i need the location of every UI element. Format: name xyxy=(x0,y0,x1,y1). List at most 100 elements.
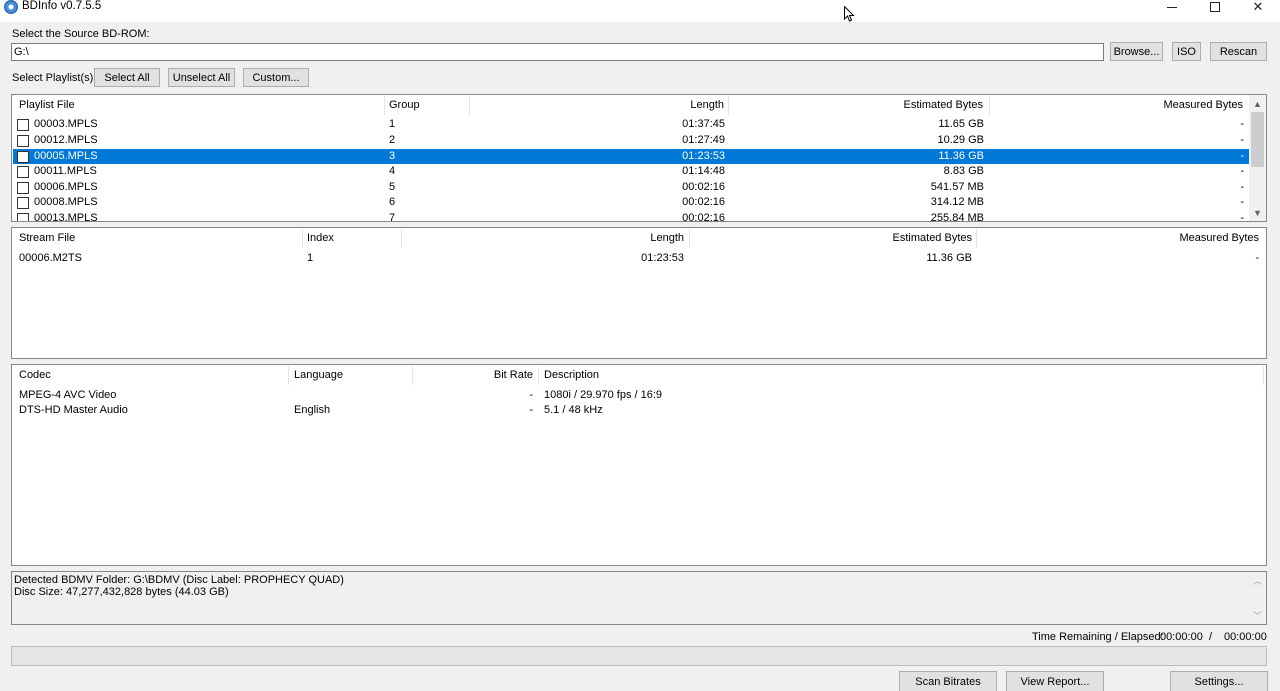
col-language[interactable]: Language xyxy=(294,369,343,381)
codec-description: 1080i / 29.970 fps / 16:9 xyxy=(544,389,663,401)
col-measured-bytes[interactable]: Measured Bytes xyxy=(990,99,1243,111)
select-all-button[interactable]: Select All xyxy=(94,68,160,87)
scroll-up-icon[interactable]: ︿ xyxy=(1249,572,1266,589)
playlist-row[interactable]: 00011.MPLS 4 01:14:48 8.83 GB - xyxy=(13,164,1249,179)
playlist-group: 7 xyxy=(389,212,396,222)
source-path-input[interactable]: G:\ xyxy=(11,43,1104,61)
scroll-up-icon[interactable]: ▲ xyxy=(1249,95,1266,112)
close-button[interactable]: ✕ xyxy=(1237,0,1279,14)
playlist-measured-bytes: - xyxy=(1240,165,1244,177)
playlist-row[interactable]: 00013.MPLS 7 00:02:16 255.84 MB - xyxy=(13,211,1249,222)
view-report-button[interactable]: View Report... xyxy=(1006,671,1104,691)
playlist-file: 00006.MPLS xyxy=(34,181,98,193)
playlist-row[interactable]: 00003.MPLS 1 01:37:45 11.65 GB - xyxy=(13,117,1249,132)
maximize-icon xyxy=(1210,2,1220,12)
stream-index: 1 xyxy=(307,252,314,264)
playlist-checkbox[interactable] xyxy=(17,166,29,178)
scroll-down-icon[interactable]: ﹀ xyxy=(1249,607,1266,624)
playlist-checkbox[interactable] xyxy=(17,182,29,194)
playlist-row[interactable]: 00006.MPLS 5 00:02:16 541.57 MB - xyxy=(13,180,1249,195)
playlist-row[interactable]: 00008.MPLS 6 00:02:16 314.12 MB - xyxy=(13,195,1249,210)
col-separator xyxy=(384,96,385,115)
col-codec[interactable]: Codec xyxy=(19,369,51,381)
playlist-estimated-bytes: 11.65 GB xyxy=(938,118,984,130)
minimize-icon xyxy=(1167,6,1177,8)
stream-measured-bytes: - xyxy=(1255,252,1259,264)
playlist-checkbox[interactable] xyxy=(17,151,29,163)
playlist-measured-bytes: - xyxy=(1240,212,1244,222)
playlist-checkbox[interactable] xyxy=(17,135,29,147)
playlist-length: 00:02:16 xyxy=(682,212,725,222)
stream-estimated-bytes: 11.36 GB xyxy=(926,252,972,264)
codec-row[interactable]: DTS-HD Master Audio English - 5.1 / 48 k… xyxy=(13,403,1265,418)
playlist-group: 1 xyxy=(389,118,396,130)
maximize-button[interactable] xyxy=(1194,0,1236,14)
playlist-estimated-bytes: 11.36 GB xyxy=(938,150,984,162)
codec-name: MPEG-4 AVC Video xyxy=(19,389,117,401)
playlist-estimated-bytes: 8.83 GB xyxy=(943,165,984,177)
col-stream-file[interactable]: Stream File xyxy=(19,232,75,244)
time-remaining-label: Time Remaining / Elapsed: xyxy=(1032,631,1164,643)
playlist-group: 3 xyxy=(389,150,396,162)
select-playlists-label: Select Playlist(s): xyxy=(12,72,97,84)
col-estimated-bytes[interactable]: Estimated Bytes xyxy=(690,232,972,244)
playlist-checkbox[interactable] xyxy=(17,197,29,209)
playlist-estimated-bytes: 10.29 GB xyxy=(937,134,984,146)
source-label: Select the Source BD-ROM: xyxy=(12,28,150,40)
time-divider: / xyxy=(1209,631,1213,643)
col-separator xyxy=(302,229,303,248)
playlist-list[interactable]: Playlist File Group Length Estimated Byt… xyxy=(11,94,1267,222)
stream-list[interactable]: Stream File Index Length Estimated Bytes… xyxy=(11,227,1267,359)
browse-button[interactable]: Browse... xyxy=(1110,42,1163,61)
col-measured-bytes[interactable]: Measured Bytes xyxy=(977,232,1259,244)
col-length[interactable]: Length xyxy=(470,99,724,111)
playlist-scrollbar[interactable]: ▲ ▼ xyxy=(1249,95,1266,221)
col-bit-rate[interactable]: Bit Rate xyxy=(413,369,533,381)
codec-language: English xyxy=(294,404,331,416)
scan-bitrates-button[interactable]: Scan Bitrates xyxy=(899,671,997,691)
stream-row[interactable]: 00006.M2TS 1 01:23:53 11.36 GB - xyxy=(13,251,1265,266)
playlist-measured-bytes: - xyxy=(1240,181,1244,193)
playlist-row[interactable]: 00012.MPLS 2 01:27:49 10.29 GB - xyxy=(13,133,1249,148)
playlist-checkbox[interactable] xyxy=(17,213,29,221)
settings-button[interactable]: Settings... xyxy=(1170,671,1268,691)
col-index[interactable]: Index xyxy=(307,232,334,244)
playlist-file: 00003.MPLS xyxy=(34,118,98,130)
log-textbox[interactable]: Detected BDMV Folder: G:\BDMV (Disc Labe… xyxy=(11,571,1267,625)
codec-bit-rate: - xyxy=(529,389,533,401)
time-elapsed-value: 00:00:00 xyxy=(1224,631,1267,643)
custom-button[interactable]: Custom... xyxy=(243,68,309,87)
col-length[interactable]: Length xyxy=(402,232,684,244)
log-line: Disc Size: 47,277,432,828 bytes (44.03 G… xyxy=(14,586,229,598)
col-estimated-bytes[interactable]: Estimated Bytes xyxy=(729,99,983,111)
codec-list[interactable]: Codec Language Bit Rate Description MPEG… xyxy=(11,364,1267,566)
rescan-button[interactable]: Rescan xyxy=(1210,42,1267,61)
playlist-measured-bytes: - xyxy=(1240,118,1244,130)
playlist-row-selected[interactable]: 00005.MPLS 3 01:23:53 11.36 GB - xyxy=(13,149,1249,164)
mouse-cursor-icon xyxy=(844,6,855,22)
iso-button[interactable]: ISO xyxy=(1172,42,1201,61)
playlist-estimated-bytes: 541.57 MB xyxy=(930,181,984,193)
col-description[interactable]: Description xyxy=(544,369,599,381)
unselect-all-button[interactable]: Unselect All xyxy=(168,68,235,87)
log-scrollbar[interactable]: ︿ ﹀ xyxy=(1249,572,1266,624)
scroll-down-icon[interactable]: ▼ xyxy=(1249,204,1266,221)
codec-description: 5.1 / 48 kHz xyxy=(544,404,603,416)
scroll-thumb[interactable] xyxy=(1251,112,1264,167)
playlist-file: 00013.MPLS xyxy=(34,212,98,222)
playlist-checkbox[interactable] xyxy=(17,119,29,131)
codec-row[interactable]: MPEG-4 AVC Video - 1080i / 29.970 fps / … xyxy=(13,388,1265,403)
playlist-length: 01:23:53 xyxy=(682,150,725,162)
log-line: Detected BDMV Folder: G:\BDMV (Disc Labe… xyxy=(14,574,344,586)
stream-length: 01:23:53 xyxy=(641,252,684,264)
col-group[interactable]: Group xyxy=(389,99,420,111)
playlist-file: 00008.MPLS xyxy=(34,196,98,208)
minimize-button[interactable] xyxy=(1151,0,1193,14)
close-icon: ✕ xyxy=(1252,0,1264,14)
playlist-length: 00:02:16 xyxy=(682,196,725,208)
stream-file: 00006.M2TS xyxy=(19,252,82,264)
window-title: BDInfo v0.7.5.5 xyxy=(22,0,102,12)
codec-bit-rate: - xyxy=(529,404,533,416)
playlist-file: 00005.MPLS xyxy=(34,150,98,162)
col-playlist-file[interactable]: Playlist File xyxy=(19,99,75,111)
